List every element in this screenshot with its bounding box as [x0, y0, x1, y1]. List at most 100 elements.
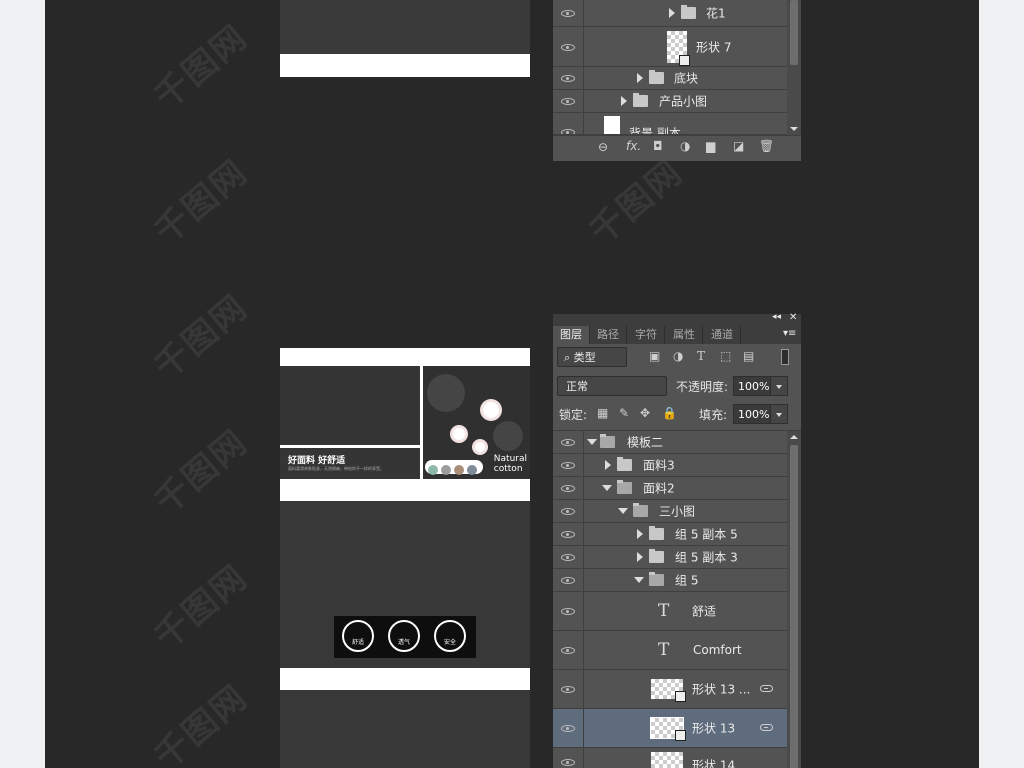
eye-icon	[561, 462, 575, 469]
link-icon[interactable]: ⊖	[598, 140, 608, 154]
opacity-dropdown[interactable]	[770, 376, 788, 396]
folder-icon	[681, 5, 696, 19]
lock-position-icon[interactable]: ✥	[640, 406, 650, 420]
visibility-toggle[interactable]	[553, 631, 584, 669]
expand-arrow-icon[interactable]	[621, 96, 627, 106]
layers-panel: ◂◂ ✕ 图层 路径 字符 属性 通道 ▾≡ ⌕ 类型 ▣ ◑ T ⬚ ▤ 正常…	[553, 312, 801, 768]
expand-arrow-icon[interactable]	[637, 73, 643, 83]
visibility-toggle[interactable]	[553, 592, 584, 630]
layer-thumbnail	[604, 116, 620, 134]
layers-scrollbar[interactable]	[787, 0, 801, 135]
scroll-thumb[interactable]	[790, 0, 798, 65]
mask-icon[interactable]: ◘	[653, 139, 663, 153]
trash-icon[interactable]: 🗑	[759, 139, 774, 153]
layer-row-selected[interactable]: 形状 13	[553, 709, 787, 748]
tab-character[interactable]: 字符	[628, 326, 665, 344]
layer-row[interactable]: 底块	[553, 67, 787, 90]
visibility-toggle[interactable]	[553, 500, 584, 522]
visibility-toggle[interactable]	[553, 0, 584, 26]
lock-pixels-icon[interactable]: ✎	[619, 406, 629, 420]
expand-arrow-icon[interactable]	[637, 529, 643, 539]
visibility-toggle[interactable]	[553, 709, 584, 747]
new-layer-icon[interactable]: ◪	[733, 139, 744, 153]
layer-row[interactable]: T 舒适	[553, 592, 787, 631]
layer-row[interactable]: 形状 7	[553, 27, 787, 67]
fill-input[interactable]: 100%	[733, 404, 771, 424]
image-filter-icon[interactable]: ▣	[649, 349, 660, 363]
visibility-toggle[interactable]	[553, 523, 584, 545]
collapse-arrow-icon[interactable]	[618, 508, 628, 514]
visibility-toggle[interactable]	[553, 569, 584, 591]
layer-row[interactable]: T Comfort	[553, 631, 787, 670]
lock-all-icon[interactable]: 🔒	[662, 406, 677, 420]
visibility-toggle[interactable]	[553, 748, 584, 768]
layer-row[interactable]: 组 5 副本 5	[553, 523, 787, 546]
fx-icon[interactable]: fx.	[626, 139, 641, 153]
folder-icon[interactable]: ▆	[706, 139, 715, 153]
folder-open-icon	[649, 572, 664, 586]
safe-icon: 安全	[434, 620, 466, 652]
visibility-toggle[interactable]	[553, 431, 584, 453]
cotton-image: Natural cotton	[423, 366, 530, 479]
fill-dropdown[interactable]	[770, 404, 788, 424]
collapse-arrow-icon[interactable]	[602, 485, 612, 491]
filter-toggle[interactable]	[781, 349, 789, 365]
visibility-toggle[interactable]	[553, 90, 584, 112]
adjustment-icon[interactable]: ◑	[680, 139, 690, 153]
layer-thumbnail	[650, 717, 686, 741]
expand-arrow-icon[interactable]	[605, 460, 611, 470]
tab-channels[interactable]: 通道	[704, 326, 741, 344]
expand-arrow-icon[interactable]	[669, 8, 675, 18]
layer-row[interactable]: 花1	[553, 0, 787, 27]
canvas-workspace[interactable]: 千图网 千图网 千图网 千图网 千图网 千图网 千图网 千图网 千图网 好面料 …	[45, 0, 979, 768]
layer-name: 组 5 副本 3	[675, 550, 738, 565]
visibility-toggle[interactable]	[553, 477, 584, 499]
visibility-toggle[interactable]	[553, 27, 584, 66]
visibility-toggle[interactable]	[553, 67, 584, 89]
text-filter-icon[interactable]: T	[697, 349, 705, 363]
scroll-thumb[interactable]	[790, 445, 798, 768]
layer-row[interactable]: 形状 13 ...	[553, 670, 787, 709]
scroll-down-icon[interactable]	[790, 127, 798, 131]
layer-name: 形状 14	[692, 758, 736, 768]
collapse-arrow-icon[interactable]	[634, 577, 644, 583]
layers-scrollbar[interactable]	[787, 431, 801, 768]
tab-paths[interactable]: 路径	[590, 326, 627, 344]
blend-mode-select[interactable]: 正常	[557, 376, 667, 396]
layer-name: 面料3	[643, 458, 675, 473]
layer-row[interactable]: 组 5	[553, 569, 787, 592]
lock-transparency-icon[interactable]: ▦	[597, 406, 608, 420]
layer-row[interactable]: 三小图	[553, 500, 787, 523]
shape-filter-icon[interactable]: ⬚	[720, 349, 731, 363]
collapse-arrow-icon[interactable]	[587, 439, 597, 445]
lock-label: 锁定:	[559, 408, 588, 422]
filter-type-select[interactable]: ⌕ 类型	[557, 347, 627, 367]
tab-layers[interactable]: 图层	[553, 326, 590, 344]
feature-icons-strip: 舒适 透气 安全	[334, 616, 476, 658]
tab-properties[interactable]: 属性	[666, 326, 703, 344]
cotton-shape	[427, 374, 465, 412]
scroll-up-icon[interactable]	[790, 435, 798, 439]
layer-row[interactable]: 面料3	[553, 454, 787, 477]
visibility-toggle[interactable]	[553, 113, 584, 134]
smart-object-filter-icon[interactable]: ▤	[743, 349, 754, 363]
link-icon[interactable]	[760, 685, 773, 692]
opacity-input[interactable]: 100%	[733, 376, 771, 396]
layer-row[interactable]: 模板二	[553, 431, 787, 454]
adjustment-filter-icon[interactable]: ◑	[673, 349, 683, 363]
close-icon[interactable]: ✕	[789, 312, 797, 323]
white-band	[280, 479, 530, 501]
layer-row[interactable]: 背景 副本	[553, 113, 787, 135]
layer-row[interactable]: 形状 14	[553, 748, 787, 768]
panel-menu-icon[interactable]: ▾≡	[783, 328, 796, 339]
visibility-toggle[interactable]	[553, 454, 584, 476]
link-icon[interactable]	[760, 724, 773, 731]
collapse-icon[interactable]: ◂◂	[772, 312, 781, 322]
expand-arrow-icon[interactable]	[637, 552, 643, 562]
layer-row[interactable]: 面料2	[553, 477, 787, 500]
eye-icon	[561, 439, 575, 446]
visibility-toggle[interactable]	[553, 546, 584, 568]
layer-row[interactable]: 产品小图	[553, 90, 787, 113]
layer-row[interactable]: 组 5 副本 3	[553, 546, 787, 569]
visibility-toggle[interactable]	[553, 670, 584, 708]
